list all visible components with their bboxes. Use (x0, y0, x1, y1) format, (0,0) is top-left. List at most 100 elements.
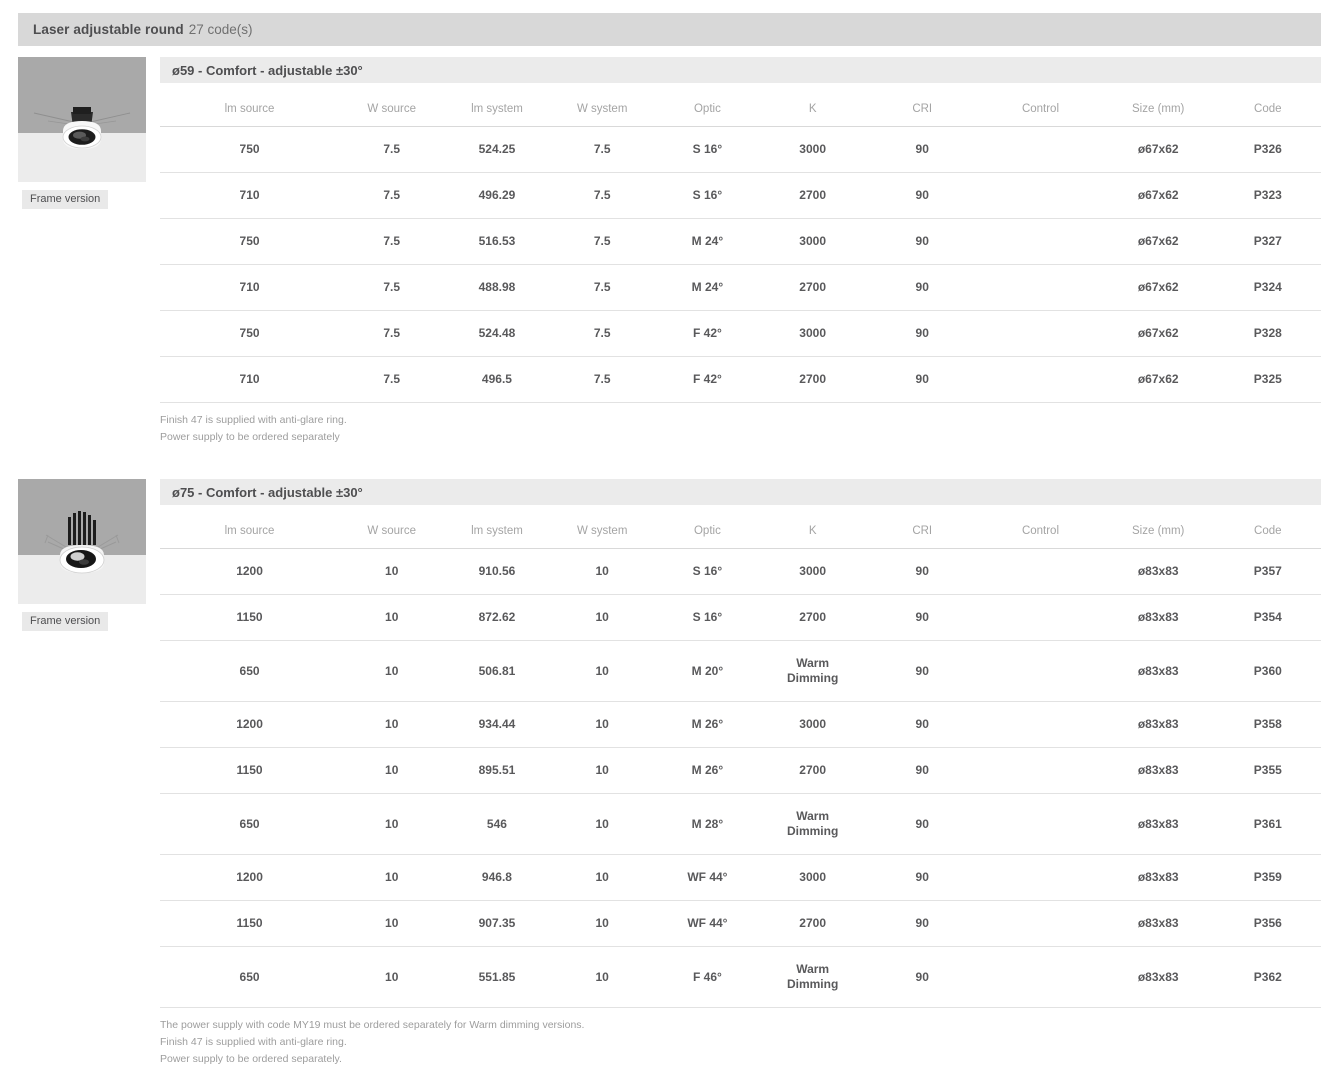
table-cell: P360 (1215, 641, 1321, 702)
table-cell: P327 (1215, 219, 1321, 265)
table-cell: 750 (160, 219, 339, 265)
table-cell: 10 (339, 901, 444, 947)
table-footnotes: Finish 47 is supplied with anti-glare ri… (160, 412, 1321, 446)
table-cell: P362 (1215, 947, 1321, 1008)
section-body: ø59 - Comfort - adjustable ±30° lm sourc… (160, 57, 1321, 446)
section-o75: Frame version ø75 - Comfort - adjustable… (0, 479, 1321, 1068)
table-cell: 10 (550, 702, 655, 748)
category-title: Laser adjustable round (33, 22, 184, 37)
table-cell: 90 (865, 947, 979, 1008)
table-row: 120010934.4410M 26°300090ø83x83P358 (160, 702, 1321, 748)
table-cell: 10 (550, 794, 655, 855)
table-cell: ø67x62 (1102, 357, 1215, 403)
table-cell: F 46° (655, 947, 760, 1008)
table-cell: 946.8 (444, 855, 549, 901)
column-header: Optic (655, 513, 760, 549)
table-cell (979, 794, 1102, 855)
table-cell (979, 127, 1102, 173)
table-cell: 910.56 (444, 549, 549, 595)
table-cell (979, 855, 1102, 901)
table-cell: 7.5 (339, 127, 444, 173)
table-cell: 10 (550, 595, 655, 641)
table-cell: 2700 (760, 595, 865, 641)
table-cell: 90 (865, 901, 979, 947)
column-header: Optic (655, 91, 760, 127)
table-cell: 10 (339, 702, 444, 748)
table-cell (979, 595, 1102, 641)
column-header: Size (mm) (1102, 513, 1215, 549)
table-cell (979, 947, 1102, 1008)
table-row: 120010910.5610S 16°300090ø83x83P357 (160, 549, 1321, 595)
table-cell: 895.51 (444, 748, 549, 794)
product-image-column: Frame version (18, 57, 146, 209)
table-cell: P323 (1215, 173, 1321, 219)
table-cell: M 24° (655, 265, 760, 311)
column-header: Code (1215, 513, 1321, 549)
table-cell: 516.53 (444, 219, 549, 265)
category-title-bar: Laser adjustable round 27 code(s) (18, 13, 1321, 46)
table-row: 6501054610M 28°Warm Dimming90ø83x83P361 (160, 794, 1321, 855)
column-header: Control (979, 91, 1102, 127)
table-cell: 710 (160, 265, 339, 311)
product-photo-o75-downlight (18, 479, 146, 604)
footnote: Power supply to be ordered separately (160, 429, 1321, 446)
table-row: 7107.5496.57.5F 42°270090ø67x62P325 (160, 357, 1321, 403)
table-cell: 90 (865, 702, 979, 748)
table-cell (979, 219, 1102, 265)
table-cell: 2700 (760, 173, 865, 219)
table-cell: S 16° (655, 595, 760, 641)
table-cell: Warm Dimming (760, 794, 865, 855)
table-cell: 650 (160, 641, 339, 702)
table-cell: 10 (550, 855, 655, 901)
table-cell: 1200 (160, 855, 339, 901)
table-cell: 551.85 (444, 947, 549, 1008)
table-cell: 7.5 (550, 127, 655, 173)
table-cell: 1200 (160, 549, 339, 595)
product-photo-o59-downlight (18, 57, 146, 182)
table-cell (979, 173, 1102, 219)
column-header: K (760, 513, 865, 549)
table-cell: ø67x62 (1102, 265, 1215, 311)
table-cell: ø83x83 (1102, 947, 1215, 1008)
table-cell: 7.5 (550, 357, 655, 403)
table-cell: 90 (865, 219, 979, 265)
table-cell: WF 44° (655, 901, 760, 947)
table-cell: 496.29 (444, 173, 549, 219)
table-cell: P326 (1215, 127, 1321, 173)
table-cell: M 20° (655, 641, 760, 702)
table-cell: 90 (865, 748, 979, 794)
table-cell (979, 748, 1102, 794)
table-cell: 1150 (160, 595, 339, 641)
section-header-o59: ø59 - Comfort - adjustable ±30° (160, 57, 1321, 83)
table-row: 7507.5524.487.5F 42°300090ø67x62P328 (160, 311, 1321, 357)
category-code-count: 27 code(s) (189, 22, 253, 37)
table-footnotes: The power supply with code MY19 must be … (160, 1017, 1321, 1068)
table-cell: P357 (1215, 549, 1321, 595)
table-cell: 10 (339, 595, 444, 641)
table-row: 7107.5496.297.5S 16°270090ø67x62P323 (160, 173, 1321, 219)
table-cell: 7.5 (339, 173, 444, 219)
column-header: K (760, 91, 865, 127)
table-row: 115010872.6210S 16°270090ø83x83P354 (160, 595, 1321, 641)
section-header-o75: ø75 - Comfort - adjustable ±30° (160, 479, 1321, 505)
footnote: Finish 47 is supplied with anti-glare ri… (160, 1034, 1321, 1051)
spec-table-o75: lm sourceW sourcelm systemW systemOpticK… (160, 513, 1321, 1008)
table-cell: P355 (1215, 748, 1321, 794)
table-cell: ø83x83 (1102, 855, 1215, 901)
section-body: ø75 - Comfort - adjustable ±30° lm sourc… (160, 479, 1321, 1068)
table-cell: 10 (339, 855, 444, 901)
table-cell: ø83x83 (1102, 702, 1215, 748)
table-cell (979, 641, 1102, 702)
table-cell: ø83x83 (1102, 748, 1215, 794)
table-cell: P358 (1215, 702, 1321, 748)
table-cell: 90 (865, 173, 979, 219)
column-header: lm source (160, 91, 339, 127)
table-cell: 1150 (160, 748, 339, 794)
table-cell: 546 (444, 794, 549, 855)
table-cell: P324 (1215, 265, 1321, 311)
table-cell: 90 (865, 641, 979, 702)
table-cell: 90 (865, 794, 979, 855)
table-cell: WF 44° (655, 855, 760, 901)
column-header: lm source (160, 513, 339, 549)
table-cell: 524.25 (444, 127, 549, 173)
